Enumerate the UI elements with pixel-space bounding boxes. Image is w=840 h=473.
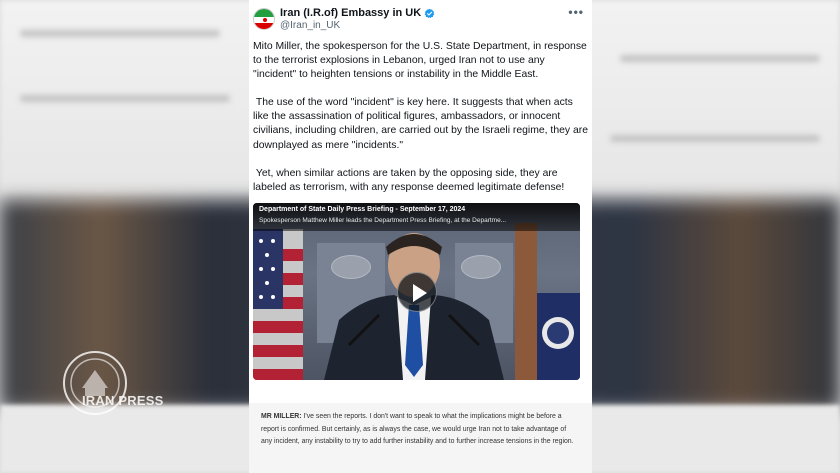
author-name-label: Iran (I.R.of) Embassy in UK <box>280 7 422 19</box>
verified-badge-icon <box>424 8 435 18</box>
author-handle[interactable]: @Iran_in_UK <box>280 20 340 31</box>
video-player[interactable]: Department of State Daily Press Briefing… <box>253 203 580 380</box>
background-blur-line <box>610 135 820 142</box>
tweet-paragraph: Mito Miller, the spokesperson for the U.… <box>253 41 590 81</box>
background-blur-line <box>20 95 230 102</box>
tweet-paragraph: The use of the word "incident" is key he… <box>253 97 591 151</box>
state-department-flag-image <box>537 293 580 380</box>
transcript-text: MR MILLER: I've seen the reports. I don'… <box>261 411 579 449</box>
iran-flag-avatar-icon <box>254 9 274 29</box>
video-curtain <box>515 223 537 380</box>
author-name[interactable]: Iran (I.R.of) Embassy in UK <box>280 7 435 19</box>
avatar[interactable] <box>253 8 275 30</box>
play-button[interactable] <box>397 272 437 312</box>
play-icon <box>413 284 427 302</box>
video-title: Department of State Daily Press Briefing… <box>259 206 466 213</box>
transcript-body: I've seen the reports. I don't want to s… <box>261 413 574 446</box>
background-blur-line <box>20 30 220 37</box>
transcript-excerpt: MR MILLER: I've seen the reports. I don'… <box>249 403 592 473</box>
more-options-icon[interactable]: ••• <box>568 5 584 19</box>
video-subtitle: Spokesperson Matthew Miller leads the De… <box>259 217 507 224</box>
tweet-paragraph: Yet, when similar actions are taken by t… <box>253 167 565 193</box>
watermark-text: IRAN PRESS <box>82 393 164 408</box>
transcript-speaker: MR MILLER: <box>261 413 302 420</box>
background-blur-line <box>620 55 820 62</box>
tweet-text: Mito Miller, the spokesperson for the U.… <box>253 40 589 195</box>
us-flag-image <box>253 229 303 380</box>
